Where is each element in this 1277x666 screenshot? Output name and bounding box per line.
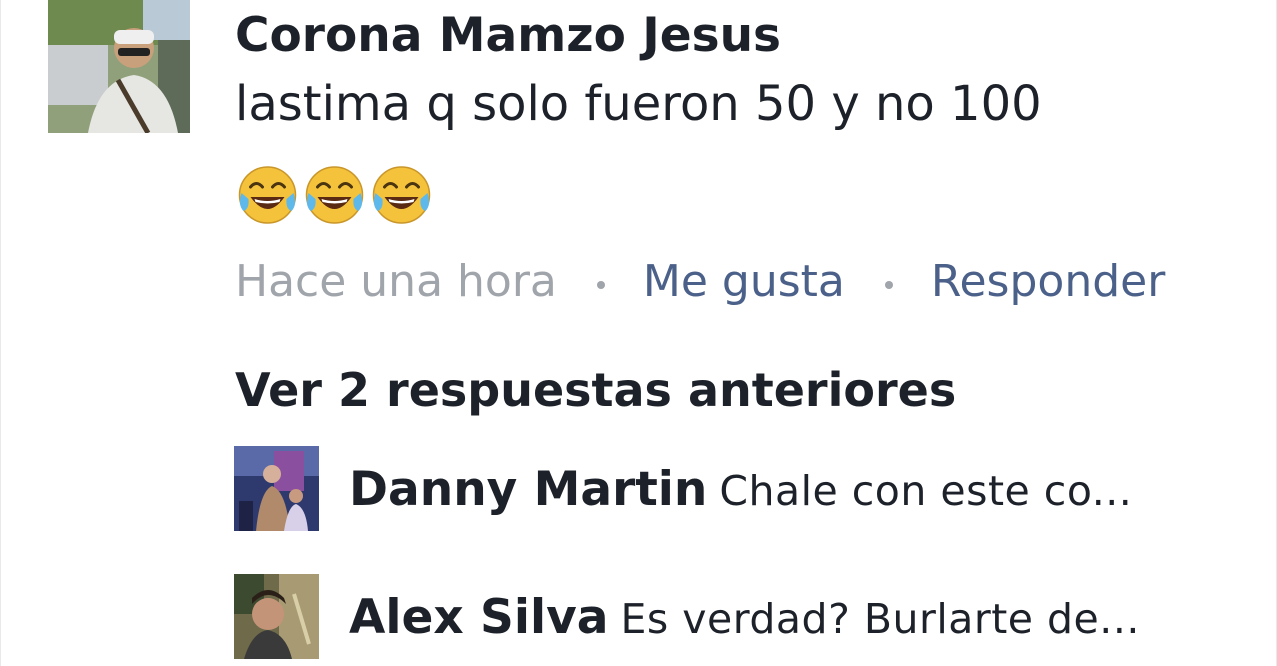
- face-with-tears-of-joy-icon: [371, 165, 432, 225]
- comment-thread: Corona Mamzo Jesus lastima q solo fueron…: [0, 0, 1277, 666]
- view-previous-replies-link[interactable]: Ver 2 respuestas anteriores: [235, 363, 956, 417]
- separator-dot: [596, 280, 605, 289]
- comment-author[interactable]: Corona Mamzo Jesus: [235, 8, 781, 63]
- reply-item[interactable]: Danny Martin Chale con este co...: [234, 446, 1234, 532]
- comment-meta: Hace una hora Me gusta Responder: [235, 256, 1165, 307]
- reply-button[interactable]: Responder: [931, 256, 1165, 307]
- separator-dot: [884, 280, 893, 289]
- face-with-tears-of-joy-icon: [237, 165, 298, 225]
- reply-content: Alex Silva Es verdad? Burlarte de...: [349, 590, 1140, 645]
- like-button[interactable]: Me gusta: [643, 256, 845, 307]
- reply-text: Es verdad? Burlarte de...: [620, 595, 1140, 643]
- emoji-row: [237, 165, 432, 225]
- reply-content: Danny Martin Chale con este co...: [349, 462, 1132, 517]
- comment-text: lastima q solo fueron 50 y no 100: [235, 76, 1042, 132]
- reply-author[interactable]: Danny Martin: [349, 462, 707, 517]
- reply-text: Chale con este co...: [719, 467, 1133, 515]
- face-with-tears-of-joy-icon: [304, 165, 365, 225]
- comment-timestamp: Hace una hora: [235, 256, 557, 307]
- reply-author[interactable]: Alex Silva: [349, 590, 608, 645]
- reply-item[interactable]: Alex Silva Es verdad? Burlarte de...: [234, 574, 1234, 660]
- avatar[interactable]: [48, 0, 190, 133]
- avatar[interactable]: [234, 574, 319, 659]
- avatar[interactable]: [234, 446, 319, 531]
